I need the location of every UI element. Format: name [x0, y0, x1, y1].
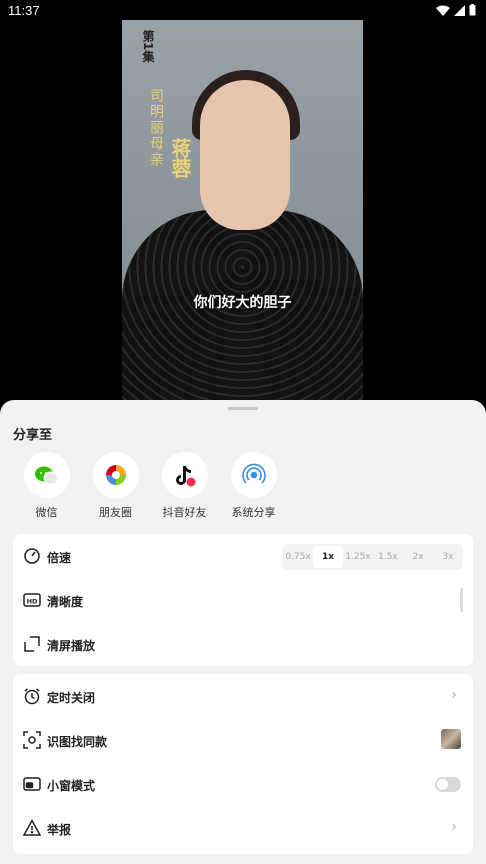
- report-label: 举报: [47, 823, 72, 837]
- expand-icon: [24, 636, 40, 652]
- wechat-icon: [23, 452, 70, 498]
- status-icons: [436, 4, 476, 16]
- moments-icon: [92, 452, 139, 498]
- warning-icon: [23, 819, 41, 836]
- identify-thumbnail: [441, 729, 461, 749]
- share-wechat-label: 微信: [35, 506, 58, 519]
- speed-row: 倍速 0.75x 1x 1.25x 1.5x 2x 3x: [13, 534, 473, 578]
- share-douyin-label: 抖音好友: [162, 506, 207, 519]
- share-sheet-title: 分享至: [13, 428, 53, 443]
- report-row[interactable]: 举报 ›: [13, 806, 473, 850]
- pip-toggle-knob: [437, 779, 448, 790]
- svg-text:HD: HD: [27, 598, 38, 606]
- actor-name-caption: 蒋蓉: [168, 138, 192, 178]
- identify-row[interactable]: 识图找同款: [13, 718, 473, 762]
- share-targets: 微信 朋友圈 抖音好友 系统分享: [12, 452, 288, 520]
- role-caption: 司明丽母亲: [148, 88, 164, 168]
- status-time: 11:37: [8, 3, 40, 18]
- battery-icon: [469, 4, 476, 16]
- clear-screen-label: 清屏播放: [47, 639, 96, 653]
- chevron-right-icon: ›: [451, 819, 457, 835]
- share-douyin-button[interactable]: 抖音好友: [150, 452, 219, 520]
- timer-label: 定时关闭: [47, 691, 96, 705]
- speed-option-2[interactable]: 2x: [403, 544, 433, 570]
- playback-settings-card: 倍速 0.75x 1x 1.25x 1.5x 2x 3x HD 清晰度 清屏播放: [13, 534, 473, 666]
- definition-label: 清晰度: [47, 595, 84, 609]
- sheet-drag-handle[interactable]: [228, 407, 258, 410]
- wifi-icon: [436, 5, 450, 16]
- speed-option-075[interactable]: 0.75x: [283, 544, 313, 570]
- definition-row[interactable]: HD 清晰度: [13, 578, 473, 622]
- pip-toggle[interactable]: [435, 777, 461, 792]
- hd-icon: HD: [23, 593, 41, 607]
- speed-icon: [24, 548, 40, 564]
- pip-label: 小窗模式: [47, 779, 96, 793]
- video-player[interactable]: 第1集 司明丽母亲 蒋蓉 你们好大的胆子: [122, 20, 363, 400]
- picture-in-picture-icon: [23, 777, 41, 791]
- speed-selector: 0.75x 1x 1.25x 1.5x 2x 3x: [283, 544, 463, 570]
- identify-label: 识图找同款: [47, 735, 108, 749]
- speed-option-125[interactable]: 1.25x: [343, 544, 373, 570]
- clear-screen-row[interactable]: 清屏播放: [13, 622, 473, 666]
- share-wechat-button[interactable]: 微信: [12, 452, 81, 520]
- pip-row: 小窗模式: [13, 762, 473, 806]
- share-system-button[interactable]: 系统分享: [219, 452, 288, 520]
- video-subtitle: 你们好大的胆子: [193, 295, 292, 311]
- share-moments-button[interactable]: 朋友圈: [81, 452, 150, 520]
- video-figure-face: [200, 80, 290, 230]
- settings-scrollbar[interactable]: [460, 588, 463, 612]
- speed-label: 倍速: [47, 551, 72, 565]
- share-sheet: 分享至 微信 朋友圈 抖音好友 系统分享 倍速 0.75x 1x 1.25x 1…: [0, 400, 486, 864]
- status-bar: 11:37: [0, 0, 486, 20]
- share-system-label: 系统分享: [231, 506, 276, 519]
- speed-option-15[interactable]: 1.5x: [373, 544, 403, 570]
- more-options-card: 定时关闭 › 识图找同款 小窗模式 举报 ›: [13, 674, 473, 854]
- system-share-icon: [230, 452, 277, 498]
- scan-icon: [23, 731, 41, 749]
- episode-label: 第1集: [141, 30, 155, 63]
- speed-option-3[interactable]: 3x: [433, 544, 463, 570]
- chevron-right-icon: ›: [451, 687, 457, 703]
- douyin-icon: [161, 452, 208, 498]
- share-moments-label: 朋友圈: [99, 506, 132, 519]
- signal-icon: [454, 4, 465, 16]
- speed-option-1[interactable]: 1x: [313, 546, 343, 568]
- alarm-clock-icon: [24, 688, 40, 705]
- timer-row[interactable]: 定时关闭 ›: [13, 674, 473, 718]
